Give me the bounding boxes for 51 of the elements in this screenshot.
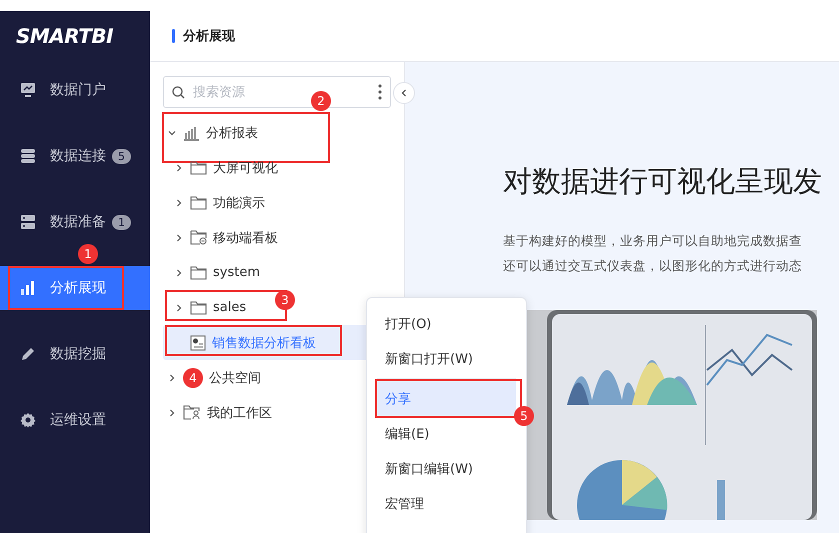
database-icon bbox=[20, 148, 36, 164]
hero-heading: 对数据进行可视化呈现发 bbox=[503, 163, 823, 200]
nav-item[interactable]: 数据门户 bbox=[0, 68, 150, 112]
search-icon bbox=[172, 86, 185, 98]
count-badge: 1 bbox=[112, 214, 131, 230]
menu-item[interactable]: 分享 bbox=[377, 381, 516, 416]
chevron-right-icon[interactable] bbox=[175, 268, 183, 276]
menu-item[interactable]: 宏管理 bbox=[377, 486, 516, 521]
folder-icon bbox=[190, 300, 207, 314]
folder-icon bbox=[190, 266, 207, 280]
nav-item[interactable]: 运维设置 bbox=[0, 398, 150, 442]
step-number: 4 bbox=[183, 368, 203, 388]
folder-icon bbox=[190, 196, 207, 210]
count-badge: 5 bbox=[112, 148, 131, 164]
step-number: 3 bbox=[275, 290, 295, 310]
page-title: 分析展现 bbox=[183, 28, 235, 45]
bar-chart-icon bbox=[20, 280, 36, 296]
chevron-right-icon[interactable] bbox=[175, 304, 183, 312]
folder-user-icon bbox=[183, 405, 201, 420]
dashboard-file-icon bbox=[190, 334, 206, 350]
menu-item[interactable]: 编辑(E) bbox=[377, 416, 516, 451]
tree-item[interactable]: system bbox=[163, 255, 404, 290]
chevron-right-icon[interactable] bbox=[168, 408, 176, 416]
chevron-down-icon[interactable] bbox=[168, 128, 176, 136]
logo: SMARTBI bbox=[16, 24, 114, 48]
chevron-right-icon[interactable] bbox=[175, 198, 183, 206]
chevron-right-icon[interactable] bbox=[175, 234, 183, 242]
folder-icon bbox=[190, 230, 207, 245]
settings-icon bbox=[20, 412, 36, 428]
bar-chart-icon bbox=[183, 124, 200, 140]
step-number: 1 bbox=[78, 244, 98, 264]
tree-item[interactable]: 大屏可视化 bbox=[163, 150, 404, 185]
chevron-right-icon[interactable] bbox=[168, 374, 176, 382]
more-icon[interactable] bbox=[378, 84, 382, 100]
nav-item[interactable]: 分析展现 bbox=[0, 266, 150, 310]
step-number: 2 bbox=[311, 91, 331, 111]
nav-item[interactable]: 数据准备 1 bbox=[0, 200, 150, 244]
tree-item[interactable]: 移动端看板 bbox=[163, 220, 404, 255]
tree-item[interactable]: 功能演示 bbox=[163, 185, 404, 220]
monitor-icon bbox=[20, 82, 36, 98]
server-icon bbox=[20, 214, 36, 230]
chevron-right-icon[interactable] bbox=[175, 164, 183, 172]
folder-icon bbox=[190, 160, 207, 174]
description-line: 还可以通过交互式仪表盘，以图形化的方式进行动态 bbox=[503, 257, 803, 275]
description-line: 基于构建好的模型，业务用户可以自助地完成数据查 bbox=[503, 232, 803, 250]
nav-item[interactable]: 数据连接 5 bbox=[0, 134, 150, 178]
nav-item[interactable]: 数据挖掘 bbox=[0, 332, 150, 376]
pencil-icon bbox=[20, 346, 36, 362]
menu-item[interactable]: 新窗口编辑(W) bbox=[377, 451, 516, 486]
chevron-left-icon bbox=[401, 89, 407, 97]
tree-item[interactable]: 分析报表 bbox=[163, 115, 404, 150]
